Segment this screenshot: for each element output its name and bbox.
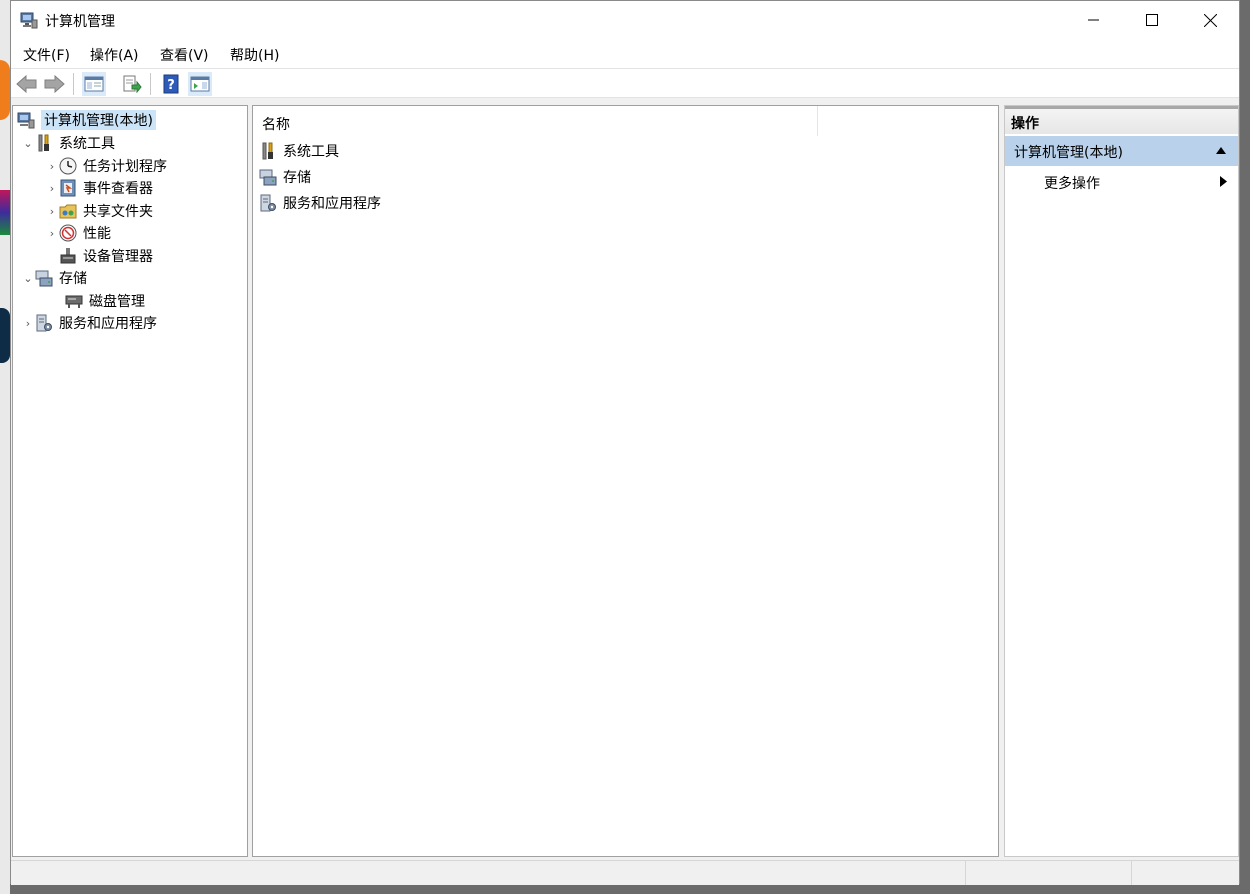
chevron-right-icon[interactable]: › bbox=[45, 205, 59, 218]
storage-icon bbox=[35, 270, 53, 287]
title-bar: 计算机管理 bbox=[11, 1, 1239, 39]
tree-item-label: 磁盘管理 bbox=[89, 294, 145, 310]
desktop-icon-fragment bbox=[0, 60, 10, 120]
tree-item-system-tools[interactable]: ⌄ 系统工具 bbox=[21, 132, 115, 154]
submenu-arrow-icon bbox=[1220, 176, 1227, 187]
column-header-name[interactable]: 名称 bbox=[262, 114, 290, 134]
console-tree-pane[interactable]: 计算机管理(本地) ⌄ 系统工具 › 任务计划程序 › 事件查看器 › 共享文件 bbox=[12, 105, 248, 857]
list-item-system-tools[interactable]: 系统工具 bbox=[259, 139, 339, 163]
storage-icon bbox=[259, 169, 277, 186]
svg-text:?: ? bbox=[167, 78, 175, 93]
device-manager-icon bbox=[60, 248, 76, 264]
show-hide-console-tree-button[interactable] bbox=[82, 72, 106, 96]
list-item-storage[interactable]: 存储 bbox=[259, 165, 311, 189]
tree-item-performance[interactable]: › 性能 bbox=[45, 222, 111, 244]
services-icon bbox=[36, 314, 52, 332]
tree-item-label: 任务计划程序 bbox=[83, 159, 167, 175]
export-list-button[interactable] bbox=[120, 72, 144, 96]
tree-item-label: 性能 bbox=[83, 226, 111, 242]
tree-item-label: 共享文件夹 bbox=[83, 204, 153, 220]
tree-item-label: 事件查看器 bbox=[83, 181, 153, 197]
tree-root-computer-management[interactable]: 计算机管理(本地) bbox=[17, 109, 156, 131]
content-area: 计算机管理(本地) ⌄ 系统工具 › 任务计划程序 › 事件查看器 › 共享文件 bbox=[11, 98, 1239, 860]
action-pane-header: 操作 bbox=[1005, 106, 1238, 134]
chevron-right-icon[interactable]: › bbox=[45, 160, 59, 173]
collapse-up-icon[interactable] bbox=[1216, 147, 1226, 154]
disk-icon bbox=[65, 295, 83, 308]
menu-bar: 文件(F) 操作(A) 查看(V) 帮助(H) bbox=[11, 39, 1239, 67]
chevron-right-icon[interactable]: › bbox=[45, 227, 59, 240]
desktop-icon-fragment bbox=[0, 308, 10, 363]
list-item-services-and-applications[interactable]: 服务和应用程序 bbox=[259, 191, 381, 215]
forward-arrow-icon bbox=[44, 75, 65, 93]
back-arrow-icon bbox=[16, 75, 37, 93]
maximize-button[interactable] bbox=[1123, 1, 1181, 39]
back-button[interactable] bbox=[15, 72, 39, 96]
action-group-label: 计算机管理(本地) bbox=[1014, 145, 1123, 161]
toolbar: ? bbox=[11, 68, 1239, 98]
column-header-row: 名称 bbox=[253, 106, 998, 137]
menu-view[interactable]: 查看(V) bbox=[160, 45, 209, 65]
tree-item-storage[interactable]: ⌄ 存储 bbox=[21, 267, 87, 289]
status-divider bbox=[1131, 861, 1132, 885]
minimize-button[interactable] bbox=[1065, 1, 1123, 39]
action-pane: 操作 计算机管理(本地) 更多操作 bbox=[1004, 105, 1239, 857]
tree-item-label: 存储 bbox=[59, 271, 87, 287]
list-item-label: 存储 bbox=[283, 170, 311, 186]
close-button[interactable] bbox=[1181, 1, 1239, 39]
tree-item-label: 系统工具 bbox=[59, 136, 115, 152]
maximize-icon bbox=[1146, 14, 1158, 26]
tree-item-shared-folders[interactable]: › 共享文件夹 bbox=[45, 200, 153, 222]
toolbar-separator bbox=[73, 73, 74, 95]
forward-button[interactable] bbox=[42, 72, 66, 96]
event-viewer-icon bbox=[60, 179, 76, 197]
computer-management-icon bbox=[20, 12, 38, 29]
more-actions-label: 更多操作 bbox=[1044, 176, 1100, 192]
menu-action[interactable]: 操作(A) bbox=[90, 45, 139, 65]
tree-item-device-manager[interactable]: 设备管理器 bbox=[59, 245, 153, 267]
toolbar-separator bbox=[150, 73, 151, 95]
chevron-right-icon[interactable]: › bbox=[45, 182, 59, 195]
computer-management-window: 计算机管理 文件(F) 操作(A) 查看(V) 帮助(H) ? 计算机管理(本地… bbox=[10, 0, 1240, 885]
tree-root-label: 计算机管理(本地) bbox=[41, 110, 156, 130]
desktop-icon-fragment bbox=[0, 190, 10, 235]
close-icon bbox=[1203, 13, 1217, 27]
tree-item-services-and-applications[interactable]: › 服务和应用程序 bbox=[21, 312, 157, 334]
export-list-icon bbox=[123, 75, 142, 93]
help-icon: ? bbox=[163, 74, 179, 94]
tree-item-task-scheduler[interactable]: › 任务计划程序 bbox=[45, 155, 167, 177]
results-list-pane[interactable]: 名称 系统工具 存储 服务和应用程序 bbox=[252, 105, 999, 857]
list-item-label: 服务和应用程序 bbox=[283, 196, 381, 212]
computer-management-icon bbox=[17, 112, 35, 129]
status-divider bbox=[965, 861, 966, 885]
tools-icon bbox=[38, 134, 49, 152]
desktop-background bbox=[0, 0, 10, 894]
action-pane-title: 操作 bbox=[1011, 116, 1039, 132]
status-bar bbox=[11, 860, 1239, 885]
shared-folder-icon bbox=[59, 204, 77, 219]
menu-file[interactable]: 文件(F) bbox=[23, 45, 70, 65]
console-tree-icon bbox=[84, 76, 104, 92]
chevron-down-icon[interactable]: ⌄ bbox=[21, 137, 35, 150]
menu-help[interactable]: 帮助(H) bbox=[230, 45, 279, 65]
tree-item-disk-management[interactable]: 磁盘管理 bbox=[65, 290, 145, 312]
more-actions-item[interactable]: 更多操作 bbox=[1005, 168, 1238, 196]
column-divider[interactable] bbox=[817, 106, 818, 136]
window-title: 计算机管理 bbox=[45, 14, 115, 30]
chevron-down-icon[interactable]: ⌄ bbox=[21, 272, 35, 285]
show-hide-action-pane-button[interactable] bbox=[188, 72, 212, 96]
tree-item-event-viewer[interactable]: › 事件查看器 bbox=[45, 177, 153, 199]
tree-item-label: 服务和应用程序 bbox=[59, 316, 157, 332]
clock-icon bbox=[59, 157, 77, 175]
chevron-right-icon[interactable]: › bbox=[21, 317, 35, 330]
services-icon bbox=[260, 194, 276, 212]
performance-icon bbox=[59, 224, 77, 242]
tree-item-label: 设备管理器 bbox=[83, 249, 153, 265]
action-pane-icon bbox=[190, 76, 210, 92]
action-group-computer-management[interactable]: 计算机管理(本地) bbox=[1005, 136, 1238, 166]
list-item-label: 系统工具 bbox=[283, 144, 339, 160]
tools-icon bbox=[262, 142, 273, 160]
help-button[interactable]: ? bbox=[159, 72, 183, 96]
minimize-icon bbox=[1088, 19, 1099, 21]
